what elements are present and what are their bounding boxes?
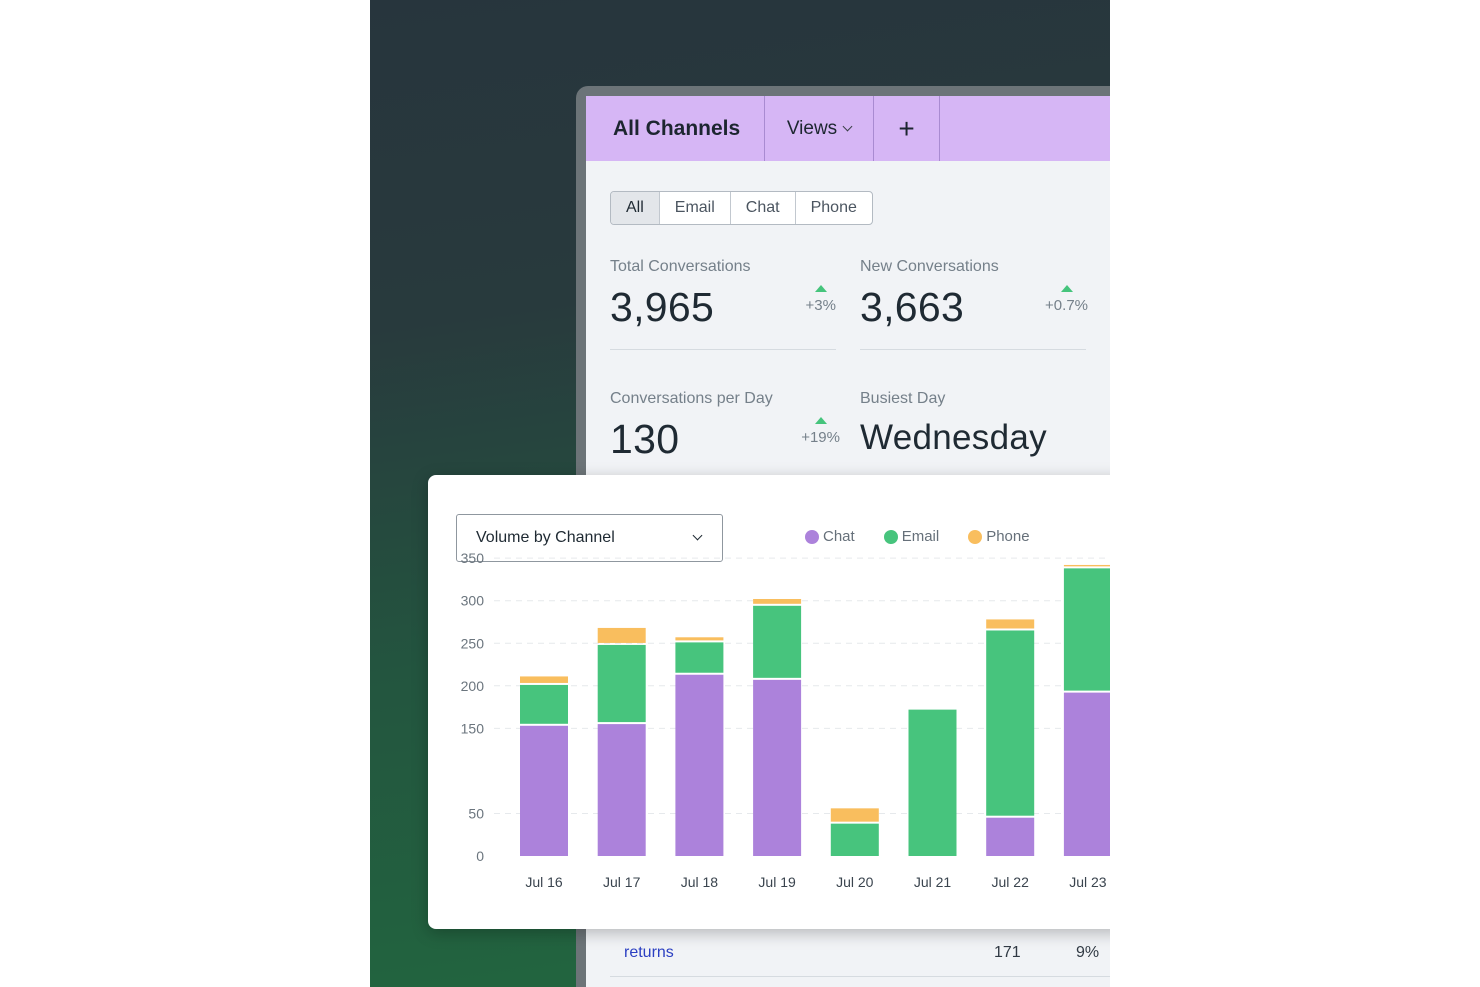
table-row: returns 171 9% bbox=[610, 944, 1104, 976]
bar-segment-phone bbox=[830, 808, 879, 822]
chevron-down-icon bbox=[842, 121, 853, 132]
y-tick-label: 150 bbox=[461, 720, 485, 736]
metric-label: Conversations per Day bbox=[610, 390, 773, 407]
metric-total-conversations: Total Conversations 3,965 +3% bbox=[610, 258, 836, 350]
y-tick-label: 300 bbox=[461, 593, 485, 609]
x-tick-label: Jul 21 bbox=[914, 874, 952, 890]
delta-value: +3% bbox=[805, 297, 836, 314]
metric-new-conversations: New Conversations 3,663 +0.7% bbox=[860, 258, 1088, 350]
views-dropdown[interactable]: Views bbox=[765, 96, 874, 161]
metric-label: Total Conversations bbox=[610, 258, 751, 275]
channel-filter: All Email Chat Phone bbox=[610, 191, 873, 225]
row-count: 171 bbox=[994, 944, 1021, 961]
bar-segment-email bbox=[753, 605, 802, 678]
filter-email[interactable]: Email bbox=[660, 192, 731, 224]
y-tick-label: 250 bbox=[461, 635, 485, 651]
bar-segment-email bbox=[986, 630, 1035, 816]
bar-segment-chat bbox=[986, 817, 1035, 856]
x-tick-label: Jul 22 bbox=[992, 874, 1030, 890]
delta-value: +19% bbox=[801, 429, 840, 446]
plus-icon: + bbox=[898, 112, 915, 144]
bar-segment-email bbox=[520, 684, 568, 724]
filter-chat[interactable]: Chat bbox=[731, 192, 796, 224]
add-view-button[interactable]: + bbox=[874, 96, 940, 161]
bar-segment-phone bbox=[675, 637, 724, 641]
x-tick-label: Jul 23 bbox=[1069, 874, 1107, 890]
keyword-link[interactable]: returns bbox=[624, 944, 674, 962]
views-label: Views bbox=[786, 117, 838, 139]
trend-up-icon bbox=[814, 285, 827, 292]
y-tick-label: 0 bbox=[476, 848, 484, 864]
y-tick-label: 200 bbox=[461, 678, 485, 694]
divider bbox=[610, 976, 1110, 977]
bar-segment-email bbox=[830, 823, 879, 856]
trend-up-icon bbox=[814, 417, 827, 424]
y-tick-label: 350 bbox=[461, 550, 485, 566]
metric-value: 3,965 bbox=[610, 284, 715, 330]
bar-segment-phone bbox=[597, 627, 646, 643]
divider bbox=[860, 349, 1086, 350]
metric-conversations-per-day: Conversations per Day 130 +19% bbox=[610, 390, 840, 463]
divider bbox=[610, 349, 836, 350]
page-margin bbox=[1110, 0, 1480, 987]
delta-value: +0.7% bbox=[1045, 297, 1088, 314]
bar-segment-chat bbox=[675, 674, 724, 856]
y-tick-label: 50 bbox=[468, 805, 484, 821]
page-title: All Channels bbox=[586, 96, 765, 161]
trend-up-icon bbox=[1060, 285, 1073, 292]
x-tick-label: Jul 19 bbox=[758, 874, 796, 890]
row-percent: 9% bbox=[1076, 944, 1100, 961]
bar-segment-chat bbox=[1063, 692, 1112, 856]
bar-segment-email bbox=[1063, 568, 1112, 691]
bar-segment-email bbox=[597, 644, 646, 723]
volume-chart-card: Volume by Channel Chat Email Phone 350 30… bbox=[428, 475, 1128, 929]
filter-all[interactable]: All bbox=[611, 192, 660, 224]
metric-delta: +0.7% bbox=[1045, 285, 1088, 314]
bar-segment-phone bbox=[986, 619, 1035, 629]
x-tick-label: Jul 20 bbox=[836, 874, 874, 890]
bar-segment-chat bbox=[753, 679, 802, 856]
filter-phone[interactable]: Phone bbox=[796, 192, 872, 224]
top-bar: All Channels Views + bbox=[586, 96, 1110, 161]
metric-label: Busiest Day bbox=[860, 390, 946, 407]
metric-delta: +19% bbox=[801, 417, 840, 446]
metric-busiest-day: Busiest Day Wednesday bbox=[860, 390, 1110, 458]
bar-segment-phone bbox=[753, 598, 802, 604]
stacked-bar-chart: 350 300 250 200 150 50 0 Jul 16 Jul 17 Jul 18 Jul … bbox=[461, 550, 1128, 890]
x-tick-label: Jul 17 bbox=[603, 874, 641, 890]
x-tick-label: Jul 16 bbox=[525, 874, 563, 890]
bar-segment-phone bbox=[520, 676, 568, 683]
x-tick-label: Jul 18 bbox=[681, 874, 719, 890]
bar-segment-email bbox=[675, 642, 724, 673]
bar-segment-phone bbox=[1063, 564, 1112, 567]
metric-label: New Conversations bbox=[860, 258, 999, 275]
bar-segment-chat bbox=[520, 725, 568, 856]
bar-segment-email bbox=[908, 709, 957, 856]
metric-value: Wednesday bbox=[860, 418, 1047, 457]
metric-delta: +3% bbox=[806, 285, 836, 314]
bar-segment-chat bbox=[597, 724, 646, 856]
